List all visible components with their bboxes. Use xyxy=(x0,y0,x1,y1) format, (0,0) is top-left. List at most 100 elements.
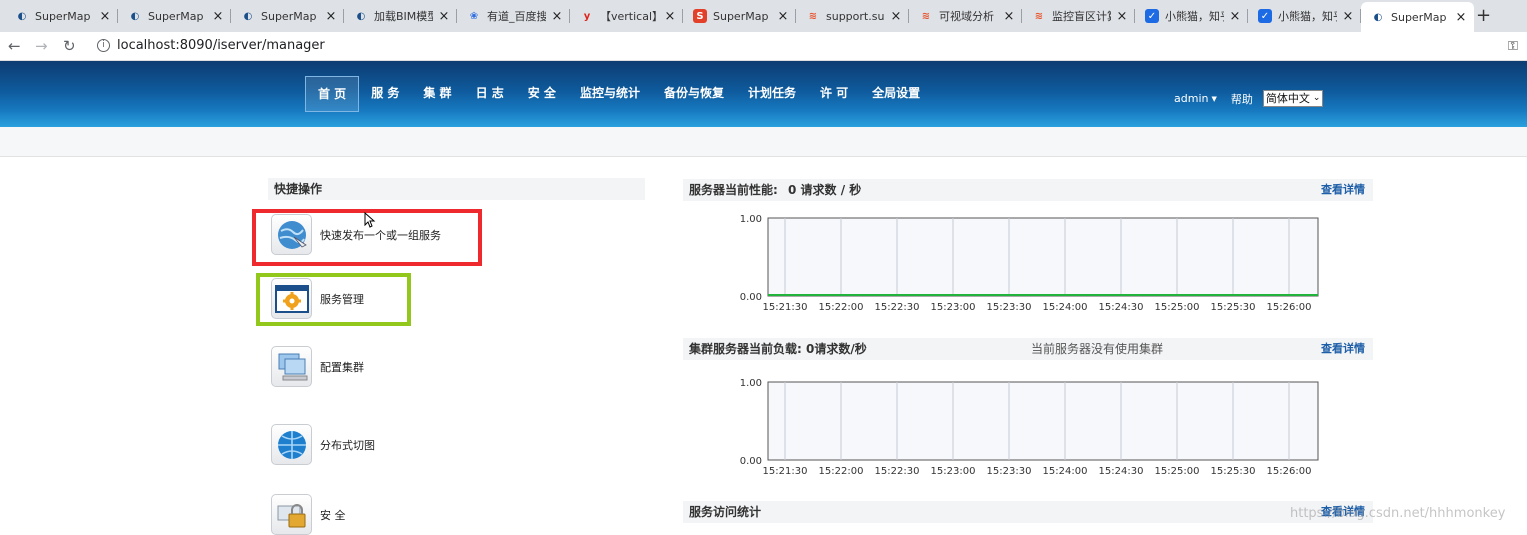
supermap-icon: ◐ xyxy=(356,10,366,22)
caret-down-icon[interactable]: ▼ xyxy=(1211,95,1216,103)
tab-title: support.sup xyxy=(826,9,885,23)
quick-op-label: 分布式切图 xyxy=(320,438,375,452)
browser-tab-strip: ◐ SuperMap × ◐ SuperMap × ◐ SuperMap × ◐ 加载BIM模型 × ❀… xyxy=(0,0,1527,32)
menu-item[interactable]: 集 群 xyxy=(411,76,463,112)
quick-op-cluster[interactable]: 配置集群 xyxy=(271,346,364,387)
tab-title: SuperMap xyxy=(261,9,317,23)
site-info-icon[interactable]: i xyxy=(97,39,110,52)
tab-title: SuperMap xyxy=(1391,10,1447,24)
browser-tab[interactable]: S SuperMap × xyxy=(683,3,796,29)
x-tick-label: 15:24:00 xyxy=(1043,466,1088,477)
main-menu: 首 页服 务集 群日 志安 全监控与统计 备份与恢复 计划任务许 可全局设置 xyxy=(305,76,932,112)
youdao-icon: y xyxy=(583,10,591,22)
tab-title: 【vertical】 xyxy=(600,10,659,23)
computer-cluster-icon xyxy=(271,346,312,387)
tab-title: 有道_百度搜 xyxy=(487,10,546,23)
tab-title: 加载BIM模型 xyxy=(374,10,433,23)
close-tab-icon[interactable]: × xyxy=(1341,9,1355,24)
tab-title: 可视域分析 xyxy=(939,10,994,23)
quick-op-label: 配置集群 xyxy=(320,360,364,374)
close-tab-icon[interactable]: × xyxy=(324,9,338,24)
close-tab-icon[interactable]: × xyxy=(889,9,903,24)
baidu-paw-icon: ❀ xyxy=(469,10,479,22)
supermap-icon: ◐ xyxy=(243,10,253,22)
menu-item[interactable]: 首 页 xyxy=(305,76,360,112)
close-tab-icon[interactable]: × xyxy=(1228,9,1242,24)
close-tab-icon[interactable]: × xyxy=(776,9,790,24)
help-link[interactable]: 帮助 xyxy=(1231,91,1253,107)
x-tick-label: 15:25:30 xyxy=(1211,302,1256,313)
tab-title: SuperMap xyxy=(713,9,769,23)
browser-tab[interactable]: ◐ 加载BIM模型 × xyxy=(344,3,457,29)
menu-item[interactable]: 备份与恢复 xyxy=(652,76,736,112)
close-tab-icon[interactable]: × xyxy=(663,9,677,24)
menu-item[interactable]: 计划任务 xyxy=(736,76,808,112)
url-field[interactable]: localhost:8090/iserver/manager xyxy=(117,38,325,53)
browser-tab[interactable]: ≋ 监控盲区计算 × xyxy=(1022,3,1135,29)
close-tab-icon[interactable]: × xyxy=(1115,9,1129,24)
close-tab-icon[interactable]: × xyxy=(1002,9,1016,24)
menu-item[interactable]: 服 务 xyxy=(359,76,411,112)
x-tick-label: 15:22:00 xyxy=(819,466,864,477)
menu-item[interactable]: 全局设置 xyxy=(860,76,932,112)
performance-detail-link[interactable]: 查看详情 xyxy=(1321,179,1365,201)
performance-panel-header: 服务器当前性能: 0 请求数 / 秒 查看详情 xyxy=(683,179,1373,201)
browser-tab[interactable]: ✓ 小熊猫，知乎 × xyxy=(1135,3,1248,29)
menu-item[interactable]: 日 志 xyxy=(464,76,516,112)
reload-icon[interactable]: ↻ xyxy=(63,37,76,55)
cluster-value: 0请求数/秒 xyxy=(806,342,867,356)
tab-title: 监控盲区计算 xyxy=(1052,10,1111,23)
x-tick-label: 15:24:00 xyxy=(1043,302,1088,313)
cluster-chart: 15:21:30 15:22:00 15:22:30 15:23:00 15:23:30… xyxy=(740,378,1319,477)
performance-value: 0 请求数 / 秒 xyxy=(788,183,862,197)
close-tab-icon[interactable]: × xyxy=(98,9,112,24)
zhihu-icon: ✓ xyxy=(1258,9,1272,23)
watermark: https://blog.csdn.net/hhhmonkey xyxy=(1290,506,1506,521)
lock-icon xyxy=(271,494,312,535)
key-icon[interactable]: ⚿ xyxy=(1508,39,1518,54)
tab-title: SuperMap xyxy=(35,9,91,23)
cluster-note: 当前服务器没有使用集群 xyxy=(1031,342,1164,356)
browser-tab[interactable]: ◐ SuperMap × xyxy=(231,3,344,29)
forward-arrow-icon[interactable]: → xyxy=(35,37,48,55)
chevron-down-icon: ⌄ xyxy=(1312,93,1321,103)
cluster-detail-link[interactable]: 查看详情 xyxy=(1321,338,1365,360)
csdn-icon: ≋ xyxy=(808,10,818,22)
mouse-cursor-icon xyxy=(364,212,376,228)
close-tab-icon[interactable]: × xyxy=(437,9,451,24)
back-arrow-icon[interactable]: ← xyxy=(8,37,21,55)
quick-op-distributed-tiles[interactable]: 分布式切图 xyxy=(271,424,375,465)
x-tick-label: 15:22:30 xyxy=(875,302,920,313)
menu-item[interactable]: 许 可 xyxy=(808,76,860,112)
browser-tab[interactable]: ◐ SuperMap × xyxy=(5,3,118,29)
new-tab-plus-icon[interactable]: + xyxy=(1476,5,1491,26)
sub-bar xyxy=(0,127,1527,157)
csdn-icon: ≋ xyxy=(921,10,931,22)
language-select[interactable]: 简体中文 ⌄ xyxy=(1262,90,1324,107)
browser-tab[interactable]: ≋ support.sup × xyxy=(796,3,909,29)
close-tab-icon[interactable]: × xyxy=(550,9,564,24)
browser-tab[interactable]: ✓ 小熊猫，知乎 × xyxy=(1248,3,1361,29)
menu-item[interactable]: 安 全 xyxy=(516,76,568,112)
supermap-icon: ◐ xyxy=(130,10,140,22)
x-tick-label: 15:26:00 xyxy=(1267,466,1312,477)
quick-op-security[interactable]: 安 全 xyxy=(271,494,346,535)
browser-tab[interactable]: ◐ SuperMap × xyxy=(1361,2,1474,32)
browser-tab[interactable]: ◐ SuperMap × xyxy=(118,3,231,29)
csdn-icon: ≋ xyxy=(1034,10,1044,22)
supermap-icon: ◐ xyxy=(1373,11,1383,23)
browser-tab[interactable]: ❀ 有道_百度搜 × xyxy=(457,3,570,29)
menu-item[interactable]: 监控与统计 xyxy=(568,76,652,112)
y-tick-label: 0.00 xyxy=(740,292,762,303)
browser-tab[interactable]: y 【vertical】 × xyxy=(570,3,683,29)
browser-tab[interactable]: ≋ 可视域分析 × xyxy=(909,3,1022,29)
performance-chart: 15:21:30 15:22:00 15:22:30 15:23:00 15:23:30… xyxy=(740,214,1319,313)
user-menu[interactable]: admin xyxy=(1174,92,1208,105)
x-tick-label: 15:21:30 xyxy=(763,302,808,313)
close-tab-icon[interactable]: × xyxy=(1454,10,1468,25)
tab-title: SuperMap xyxy=(148,9,204,23)
x-tick-label: 15:25:00 xyxy=(1155,466,1200,477)
close-tab-icon[interactable]: × xyxy=(211,9,225,24)
plot-area xyxy=(767,381,1319,461)
y-tick-label: 1.00 xyxy=(740,378,762,389)
